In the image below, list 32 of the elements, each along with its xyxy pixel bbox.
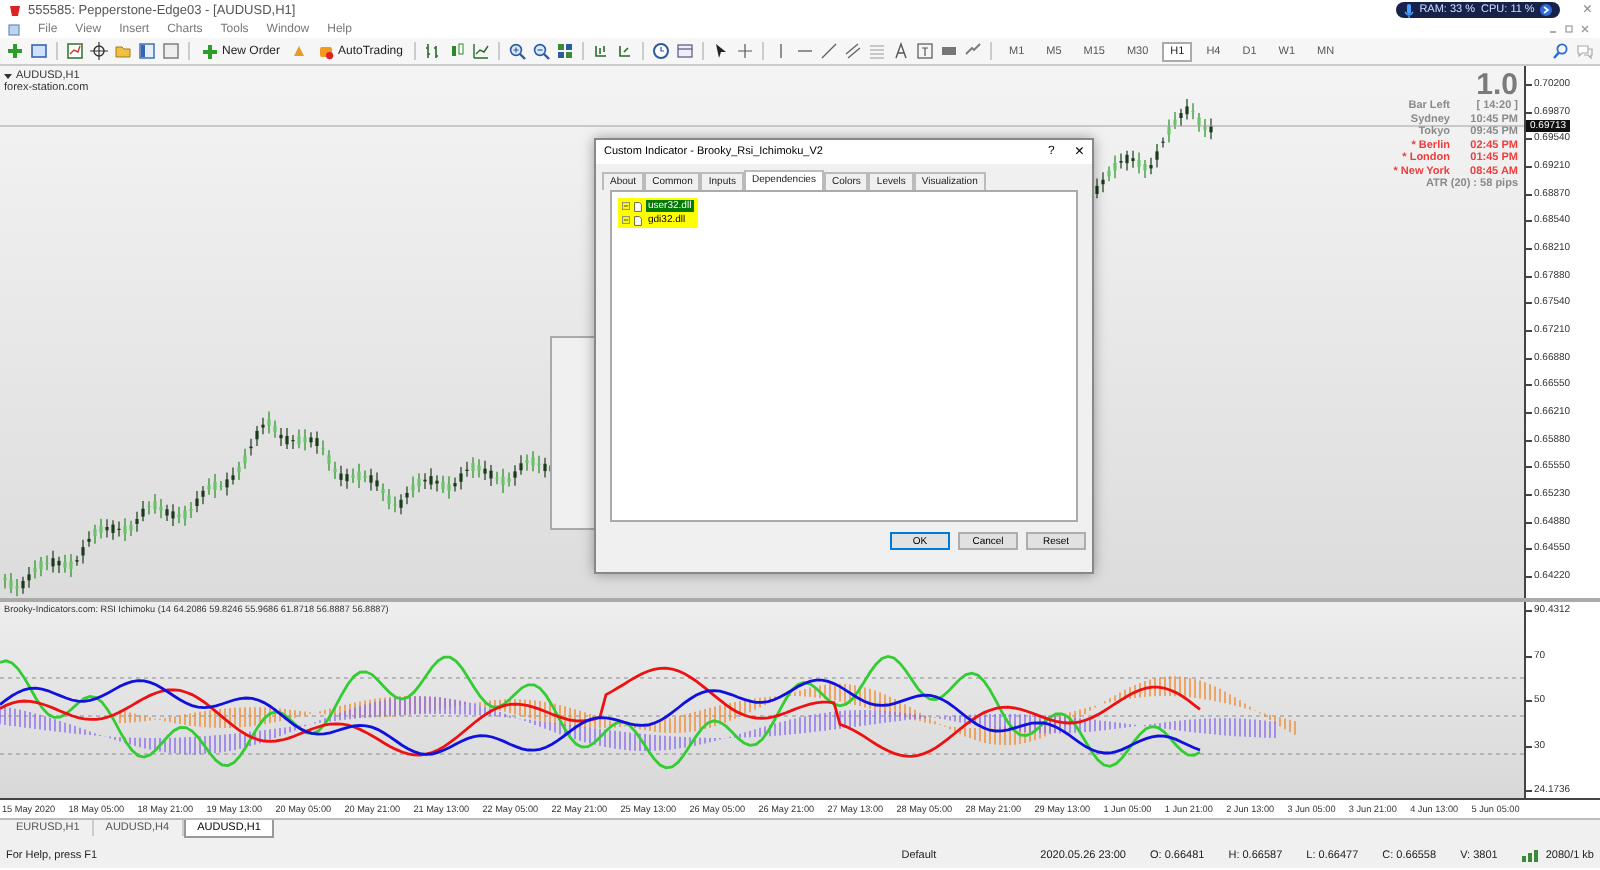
- plus-icon: [202, 43, 218, 59]
- panel-icon[interactable]: [138, 42, 156, 60]
- clock-icon[interactable]: [652, 42, 671, 60]
- template-icon[interactable]: [676, 42, 695, 60]
- chat-icon[interactable]: [1576, 42, 1594, 60]
- zoom-out-icon[interactable]: [532, 42, 551, 60]
- cursor-icon[interactable]: [712, 42, 731, 60]
- document-icon: [8, 23, 20, 35]
- window-icon[interactable]: [30, 42, 48, 60]
- connection-bars-icon: [1521, 849, 1540, 861]
- search-icon[interactable]: [1552, 42, 1570, 60]
- microphone-icon: [1403, 3, 1414, 17]
- tree-node-icon[interactable]: [622, 202, 630, 210]
- folder-icon[interactable]: [114, 42, 132, 60]
- window-controls-icon: [1548, 24, 1592, 34]
- crosshair-target-icon[interactable]: [90, 42, 108, 60]
- rectangle-icon[interactable]: [940, 42, 959, 60]
- text-icon[interactable]: [892, 42, 911, 60]
- chart-window-icon[interactable]: [66, 42, 84, 60]
- dropdown-arrow-icon[interactable]: [4, 72, 12, 80]
- bar-chart-icon[interactable]: [424, 42, 443, 60]
- close-button[interactable]: ×: [1074, 144, 1084, 160]
- tile-windows-icon[interactable]: [556, 42, 575, 60]
- trendline-icon[interactable]: [820, 42, 839, 60]
- line-chart-icon[interactable]: [472, 42, 491, 60]
- close-button[interactable]: ×: [1582, 2, 1592, 18]
- new-chart-icon[interactable]: [6, 42, 24, 60]
- channel-icon[interactable]: [844, 42, 863, 60]
- countdown-value: 1.0: [1476, 70, 1518, 100]
- zoom-in-icon[interactable]: [508, 42, 527, 60]
- tree-node-icon[interactable]: [622, 216, 630, 224]
- candlestick-icon[interactable]: [448, 42, 467, 60]
